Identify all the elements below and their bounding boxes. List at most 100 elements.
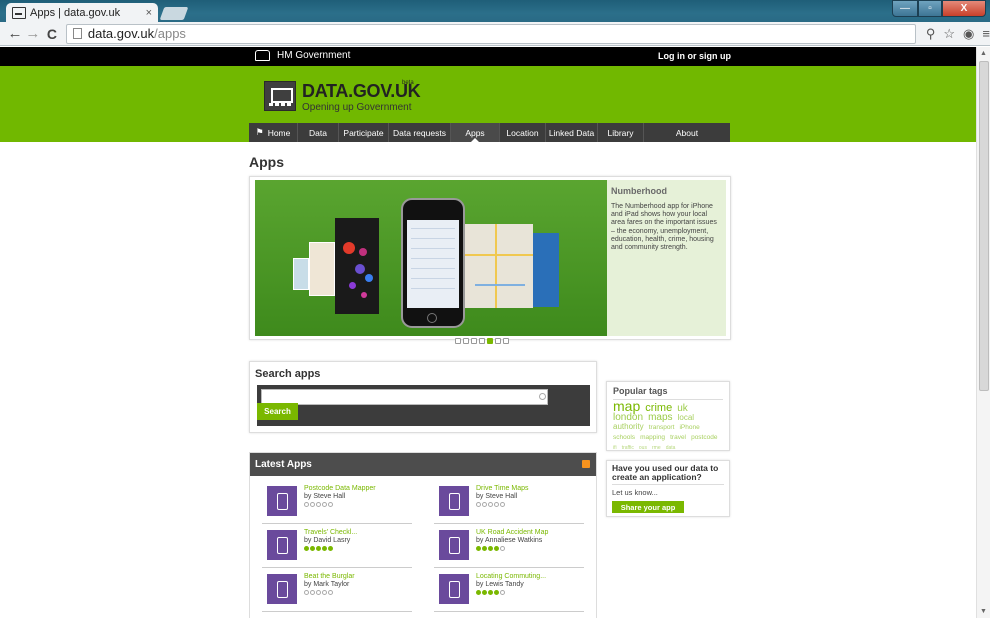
rss-icon[interactable] — [582, 460, 590, 468]
carousel-dot[interactable] — [495, 338, 501, 344]
app-list-item[interactable]: Travels' Checkl... by David Lasry — [262, 524, 412, 568]
site-logo-icon[interactable] — [264, 81, 296, 111]
app-list-item[interactable]: Locating Commuting... by Lewis Tandy — [434, 568, 584, 612]
login-link[interactable]: Log in or sign up — [658, 51, 731, 61]
app-list-item[interactable]: UK Road Accident Map by Annaliese Watkins — [434, 524, 584, 568]
nav-home[interactable]: ⚑ Home — [249, 123, 298, 142]
share-app-title: Have you used our data to create an appl… — [612, 464, 724, 485]
phone-mockup — [401, 198, 465, 328]
tag-link[interactable]: postcode — [691, 434, 717, 441]
tag-cloud: map crime uk london maps local authority… — [613, 399, 723, 453]
tag-link[interactable]: mapping — [640, 434, 665, 441]
scroll-down-icon[interactable]: ▼ — [980, 608, 987, 615]
rating-dot-icon — [488, 546, 493, 551]
app-rating — [304, 546, 333, 551]
nav-location[interactable]: Location — [500, 123, 546, 142]
site-favicon-icon — [12, 6, 26, 19]
carousel-dot[interactable] — [479, 338, 485, 344]
app-list-item[interactable]: Beat the Burglar by Mark Taylor — [262, 568, 412, 612]
app-name-link[interactable]: Drive Time Maps — [476, 485, 529, 492]
extension-icon[interactable]: ◉ — [963, 26, 974, 42]
mobile-app-icon[interactable] — [267, 530, 297, 560]
mobile-app-icon[interactable] — [267, 486, 297, 516]
app-name-link[interactable]: Beat the Burglar — [304, 573, 355, 580]
tab-close-icon[interactable]: × — [146, 7, 152, 19]
browser-toolbar: ← → C data.gov.uk/apps ⚲ ☆ ◉ ≡ — [0, 22, 990, 46]
nav-participate[interactable]: Participate — [339, 123, 389, 142]
carousel-dot-active[interactable] — [487, 338, 493, 344]
tag-link[interactable]: ifi — [613, 445, 617, 451]
search-clear-icon[interactable] — [539, 393, 546, 400]
rating-dot-icon — [500, 546, 505, 551]
address-bar[interactable]: data.gov.uk/apps — [65, 23, 916, 44]
menu-icon[interactable]: ≡ — [982, 26, 990, 41]
tag-link[interactable]: schools — [613, 434, 635, 441]
tag-link[interactable]: transport — [649, 424, 675, 431]
heat-map-screenshot — [335, 218, 379, 314]
tag-link[interactable]: traffic — [622, 445, 634, 451]
main-nav: ⚑ Home Data Participate Data requests Ap… — [249, 123, 730, 142]
mobile-app-icon[interactable] — [267, 574, 297, 604]
tag-link[interactable]: maps — [648, 412, 672, 423]
share-your-app-button[interactable]: Share your app — [612, 501, 684, 513]
featured-app-image[interactable] — [255, 180, 607, 336]
bookmark-star-icon[interactable]: ☆ — [943, 26, 955, 42]
carousel-dot[interactable] — [463, 338, 469, 344]
carousel-dot[interactable] — [503, 338, 509, 344]
mobile-app-icon[interactable] — [439, 574, 469, 604]
scroll-up-icon[interactable]: ▲ — [980, 50, 987, 57]
page-title: Apps — [249, 154, 284, 170]
page-scrollbar[interactable]: ▲ ▼ — [976, 47, 990, 618]
tag-link[interactable]: data — [666, 445, 676, 451]
rating-dot-icon — [304, 546, 309, 551]
scroll-thumb[interactable] — [979, 61, 989, 391]
carousel-dot[interactable] — [455, 338, 461, 344]
featured-app-title[interactable]: Numberhood — [611, 186, 722, 196]
forward-button[interactable]: → — [24, 25, 42, 42]
zoom-icon[interactable]: ⚲ — [926, 26, 936, 42]
back-button[interactable]: ← — [6, 25, 24, 42]
app-author: by Mark Taylor — [304, 581, 350, 588]
carousel-dot[interactable] — [471, 338, 477, 344]
mobile-app-icon[interactable] — [439, 486, 469, 516]
app-rating — [304, 502, 333, 507]
app-list-item[interactable]: Postcode Data Mapper by Steve Hall — [262, 480, 412, 524]
new-tab-button[interactable] — [159, 7, 189, 20]
app-name-link[interactable]: Locating Commuting... — [476, 573, 546, 580]
mobile-app-icon[interactable] — [439, 530, 469, 560]
search-button[interactable]: Search — [257, 403, 298, 420]
nav-linked-data[interactable]: Linked Data — [546, 123, 598, 142]
crown-icon — [255, 50, 270, 61]
rating-dot-icon — [476, 546, 481, 551]
close-window-button[interactable]: X — [942, 0, 986, 17]
search-input[interactable] — [261, 389, 548, 405]
app-name-link[interactable]: Postcode Data Mapper — [304, 485, 376, 492]
browser-tab[interactable]: Apps | data.gov.uk × — [6, 3, 158, 22]
carousel-pager — [455, 338, 509, 344]
rating-dot-icon — [488, 502, 493, 507]
search-apps-panel: Search apps Search — [249, 361, 597, 433]
tag-link[interactable]: travel — [670, 434, 686, 441]
window-titlebar: Apps | data.gov.uk × — ▫ X — [0, 0, 990, 22]
nav-data[interactable]: Data — [298, 123, 339, 142]
home-icon: ⚑ — [255, 127, 264, 137]
maximize-button[interactable]: ▫ — [918, 0, 942, 17]
nav-data-requests[interactable]: Data requests — [389, 123, 451, 142]
tag-link[interactable]: rme — [652, 445, 661, 451]
gov-name[interactable]: HM Government — [277, 50, 350, 61]
app-name-link[interactable]: Travels' Checkl... — [304, 529, 357, 536]
app-list-item[interactable]: Drive Time Maps by Steve Hall — [434, 480, 584, 524]
nav-library[interactable]: Library — [598, 123, 644, 142]
app-author: by Lewis Tandy — [476, 581, 524, 588]
app-author: by Steve Hall — [476, 493, 518, 500]
app-rating — [476, 502, 505, 507]
tag-link[interactable]: iPhone — [679, 424, 699, 431]
reload-button[interactable]: C — [42, 26, 62, 42]
app-name-link[interactable]: UK Road Accident Map — [476, 529, 548, 536]
minimize-button[interactable]: — — [892, 0, 918, 17]
beta-badge: beta — [402, 80, 414, 86]
nav-apps[interactable]: Apps — [451, 123, 500, 142]
rating-dot-icon — [322, 590, 327, 595]
tag-link[interactable]: ous — [639, 445, 647, 451]
nav-about[interactable]: About — [644, 123, 730, 142]
